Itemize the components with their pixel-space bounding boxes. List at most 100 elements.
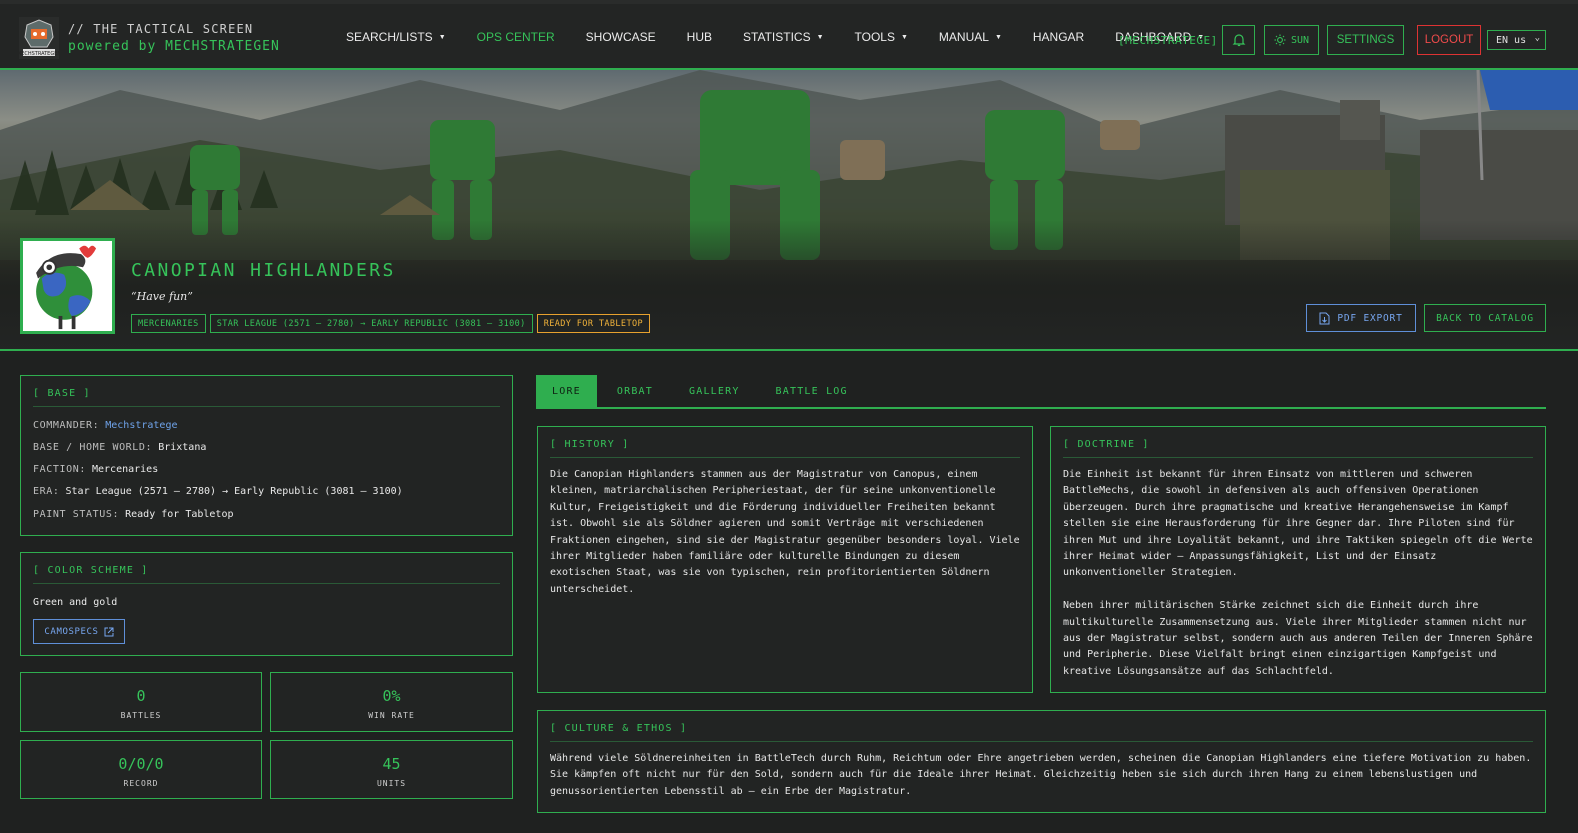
pdf-export-label: PDF EXPORT [1337, 312, 1403, 324]
stat-value: 45 [382, 755, 401, 773]
text-line: kreative Lösungsansätze auf das Schlacht… [1063, 665, 1334, 677]
panel-heading: [ COLOR SCHEME ] [33, 565, 500, 584]
faction-tag: MERCENARIES [131, 314, 206, 333]
svg-text:MECHSTRATEGEN: MECHSTRATEGEN [19, 51, 59, 57]
stat-battles: 0 BATTLES [20, 672, 262, 732]
color-scheme-value: Green and gold [33, 597, 118, 608]
stat-win-rate: 0% WIN RATE [270, 672, 513, 732]
notifications-button[interactable] [1222, 25, 1255, 55]
theme-toggle-button[interactable]: SUN [1264, 25, 1319, 55]
nav-label: HANGAR [1032, 30, 1085, 44]
text-line: Kultur, Freigeistigkeit und die Förderun… [550, 501, 996, 513]
tab-battle-log[interactable]: BATTLE LOG [760, 375, 864, 407]
text-line: aus der Magistratur selbst, sondern auch… [1063, 633, 1533, 645]
text-line: unterscheidet. [550, 583, 635, 595]
text-line: Die Canopian Highlanders stammen aus der… [550, 469, 978, 480]
nav-label: MANUAL [938, 30, 989, 44]
theme-label: SUN [1290, 34, 1310, 46]
panel-heading: [ HISTORY ] [550, 439, 1020, 458]
stat-value: 0 [136, 687, 146, 705]
paint-status-tag: READY FOR TABLETOP [536, 314, 651, 333]
homeworld-row: BASE / HOME WORLD: Brixtana [33, 442, 206, 453]
culture-panel: [ CULTURE & ETHOS ] Während viele Söldne… [537, 710, 1546, 813]
text-line: Während viele Söldnereinheiten in Battle… [550, 753, 1532, 764]
caret-down-icon: ▼ [994, 33, 1002, 41]
nav-hub[interactable]: HUB [677, 30, 722, 44]
nav-statistics[interactable]: STATISTICS ▼ [733, 30, 834, 44]
field-key: ERA: [33, 486, 60, 497]
unit-emblem [20, 238, 115, 334]
field-key: COMMANDER: [33, 420, 100, 431]
panel-heading: [ DOCTRINE ] [1063, 439, 1533, 458]
pdf-export-button[interactable]: PDF EXPORT [1306, 304, 1416, 332]
text-line: stellen sie eine Herausforderung für ihr… [1063, 518, 1515, 530]
stat-label: WIN RATE [368, 711, 415, 720]
sun-icon [1274, 34, 1286, 46]
nav-tools[interactable]: TOOLS ▼ [845, 30, 918, 44]
field-value: Ready for Tabletop [125, 509, 234, 520]
nav-ops-center[interactable]: OPS CENTER [467, 30, 565, 44]
nav-label: TOOLS [854, 30, 895, 44]
panel-heading: [ CULTURE & ETHOS ] [550, 723, 1533, 742]
field-value: Mercenaries [92, 464, 159, 475]
user-tag[interactable]: [MECHSTRATEGE] [1118, 34, 1218, 47]
tab-gallery[interactable]: GALLERY [673, 375, 756, 407]
mechstrategen-logo[interactable]: MECHSTRATEGEN [19, 17, 59, 59]
text-line: Sie kämpfen oft nicht nur für den Sold, … [550, 769, 1478, 781]
logout-button[interactable]: LOGOUT [1417, 25, 1481, 55]
text-line: ihrer Heimat wider – Anpassungsfähigkeit… [1063, 551, 1437, 563]
back-to-catalog-button[interactable]: BACK TO CATALOG [1424, 304, 1546, 332]
faction-row: FACTION: Mercenaries [33, 464, 158, 475]
language-select[interactable]: EN us ⌄ [1487, 30, 1546, 50]
brand-subtitle: powered by MECHSTRATEGEN [68, 39, 280, 54]
nav-search-lists[interactable]: SEARCH/LISTS ▼ [336, 30, 456, 44]
text-line: exotischen Staat, was sie von typischen,… [550, 567, 990, 579]
commander-link[interactable]: Mechstratege [105, 420, 177, 431]
stat-label: BATTLES [120, 711, 162, 720]
unit-tags: MERCENARIES STAR LEAGUE (2571 – 2780) → … [131, 314, 654, 333]
stat-value: 0/0/0 [118, 755, 164, 773]
unit-title: CANOPIAN HIGHLANDERS [131, 260, 396, 281]
camospecs-label: CAMOSPECS [44, 626, 99, 637]
text-line: überzeugen. Durch ihre pragmatische und … [1063, 501, 1509, 513]
stat-value: 0% [382, 687, 401, 705]
tab-lore[interactable]: LORE [536, 375, 597, 407]
bell-icon [1232, 34, 1245, 47]
file-download-icon [1319, 312, 1330, 324]
nav-manual[interactable]: MANUAL ▼ [929, 30, 1012, 44]
unit-motto: “Have fun” [131, 290, 193, 303]
brand-title: // THE TACTICAL SCREEN [68, 22, 254, 36]
text-line: ihren Mut und ihre Loyalität bekannt, un… [1063, 534, 1533, 546]
doctrine-panel: [ DOCTRINE ] Die Einheit ist bekannt für… [1050, 426, 1546, 693]
stat-label: RECORD [123, 779, 159, 788]
nav-label: SEARCH/LISTS [346, 30, 433, 44]
external-link-icon [104, 627, 114, 636]
nav-hangar[interactable]: HANGAR [1023, 30, 1094, 44]
text-line [1063, 582, 1533, 598]
nav-showcase[interactable]: SHOWCASE [576, 30, 666, 44]
text-line: BattleMechs, die sowohl in defensiven al… [1063, 485, 1479, 497]
text-line: ist. Obwohl sie als Söldner agieren und … [550, 518, 984, 530]
nav-label: STATISTICS [743, 30, 811, 44]
era-row: ERA: Star League (2571 – 2780) → Early R… [33, 486, 403, 497]
tab-orbat[interactable]: ORBAT [601, 375, 669, 407]
caret-down-icon: ▼ [816, 33, 824, 41]
text-line: genussorientierten Lebensstil ab – ein E… [550, 785, 912, 797]
camospecs-button[interactable]: CAMOSPECS [33, 619, 125, 644]
settings-button[interactable]: SETTINGS [1327, 25, 1404, 55]
stat-record: 0/0/0 RECORD [20, 740, 262, 799]
culture-text: Während viele Söldnereinheiten in Battle… [550, 751, 1533, 800]
stat-label: UNITS [376, 779, 407, 788]
text-line: Neben ihrer militärischen Stärke zeichne… [1063, 600, 1479, 612]
era-tag: STAR LEAGUE (2571 – 2780) → EARLY REPUBL… [209, 314, 533, 333]
color-scheme-panel: [ COLOR SCHEME ] Green and gold CAMOSPEC… [20, 552, 513, 656]
caret-down-icon: ▼ [900, 33, 908, 41]
caret-down-icon: ▼ [438, 33, 446, 41]
text-line: Die Einheit ist bekannt für ihren Einsat… [1063, 469, 1473, 480]
text-line: kleinen, matriarchalischen Peripheriesta… [550, 485, 996, 497]
paint-status-row: PAINT STATUS: Ready for Tabletop [33, 509, 233, 520]
top-navbar: MECHSTRATEGEN // THE TACTICAL SCREEN pow… [0, 0, 1578, 70]
field-value: Star League (2571 – 2780) → Early Republ… [65, 486, 403, 497]
panel-heading: [ BASE ] [33, 388, 500, 407]
history-panel: [ HISTORY ] Die Canopian Highlanders sta… [537, 426, 1033, 693]
